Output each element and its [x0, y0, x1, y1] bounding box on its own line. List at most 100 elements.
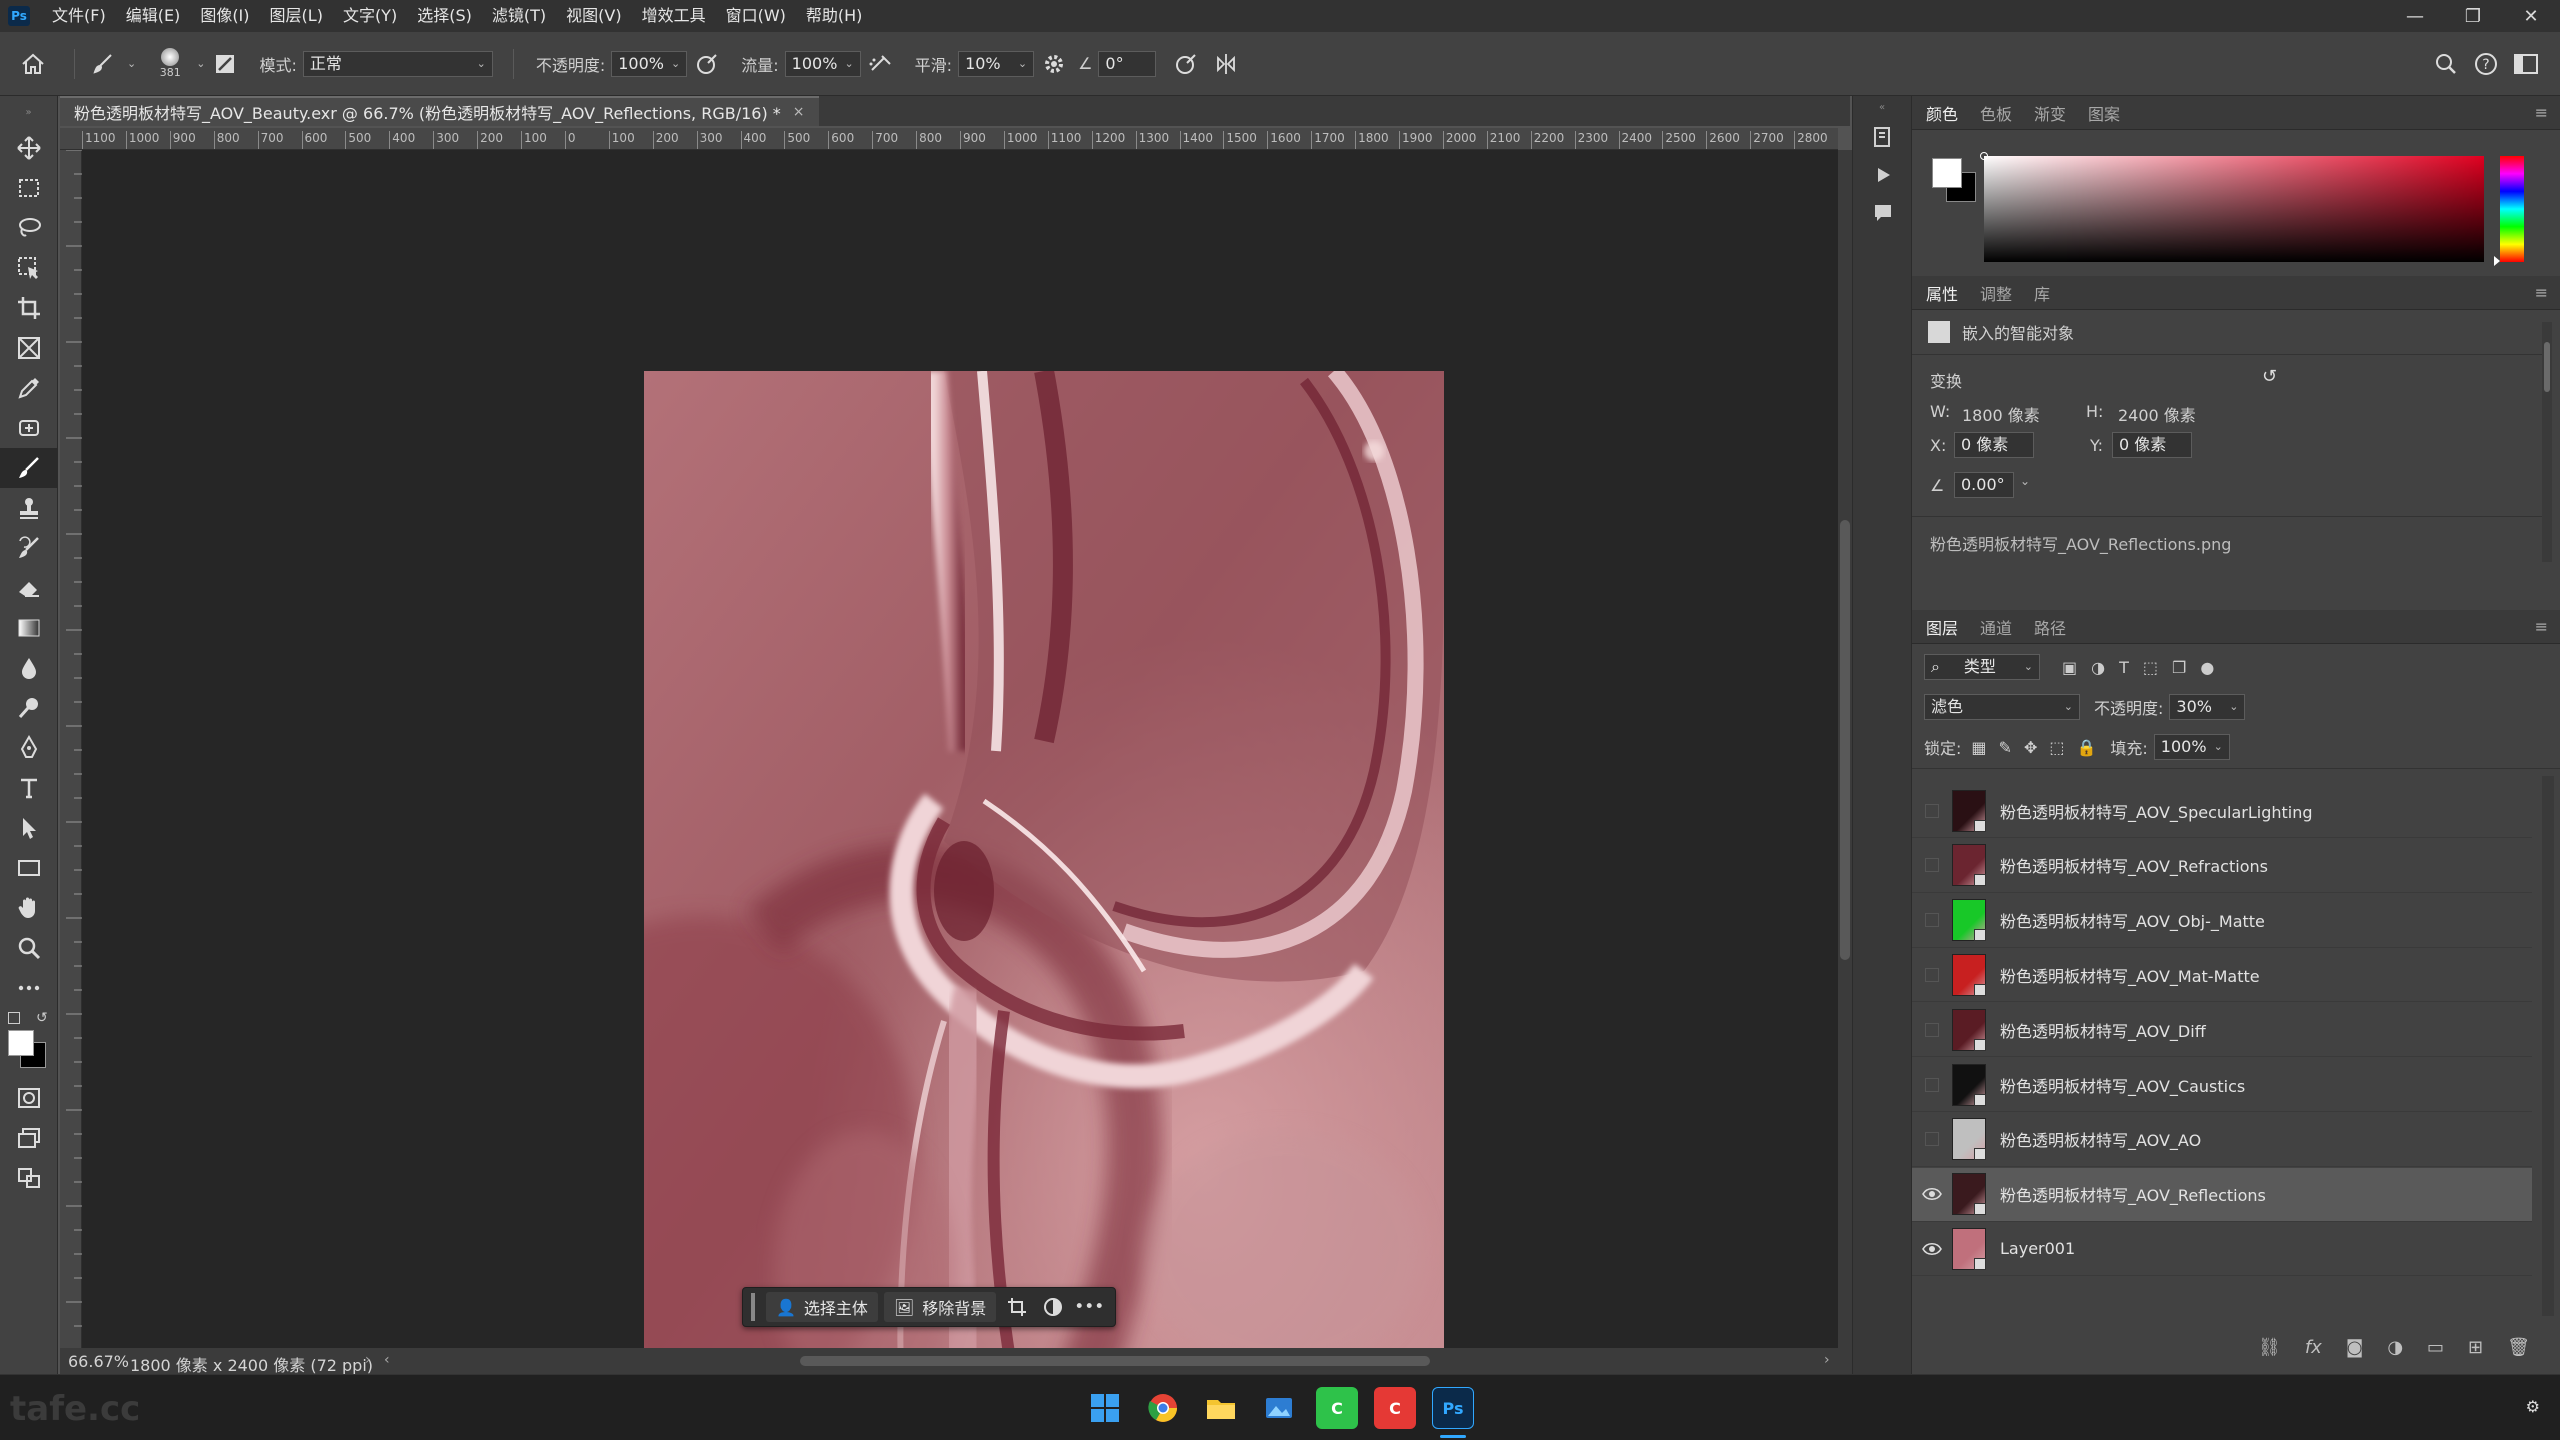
- visibility-eye-icon[interactable]: [1912, 948, 1952, 1002]
- move-tool-icon[interactable]: [0, 128, 58, 168]
- layer-name[interactable]: 粉色透明板材特写_AOV_Caustics: [2000, 1073, 2245, 1097]
- menu-help[interactable]: 帮助(H): [796, 0, 873, 32]
- brush-tool-icon[interactable]: [0, 448, 58, 488]
- tray-icon[interactable]: ⚙: [2526, 1397, 2540, 1416]
- windows-icon[interactable]: [1084, 1387, 1126, 1429]
- tab-patterns[interactable]: 图案: [2088, 101, 2120, 125]
- smoothing-input[interactable]: 10% ⌄: [958, 50, 1035, 77]
- vertical-scrollbar[interactable]: [1838, 150, 1852, 1348]
- layer-name[interactable]: Layer001: [2000, 1239, 2075, 1258]
- layer-opacity-input[interactable]: 30% ⌄: [2169, 694, 2246, 720]
- panel-menu-icon[interactable]: ≡: [2535, 283, 2548, 302]
- zoom-level[interactable]: 66.67%: [68, 1352, 129, 1371]
- filter-shape-icon[interactable]: ⬚: [2143, 658, 2158, 677]
- width-value[interactable]: 1800 像素: [1962, 402, 2040, 426]
- app-red-icon[interactable]: C: [1374, 1387, 1416, 1429]
- layer-thumbnail[interactable]: [1952, 789, 1986, 832]
- comments-icon[interactable]: [1853, 194, 1913, 232]
- chrome-icon[interactable]: [1142, 1387, 1184, 1429]
- visibility-eye-icon[interactable]: [1912, 1167, 1952, 1221]
- y-input[interactable]: 0 像素: [2112, 432, 2192, 458]
- trash-icon[interactable]: 🗑: [2507, 1337, 2530, 1358]
- layer-thumbnail[interactable]: [1952, 1118, 1986, 1161]
- horizontal-scroll-thumb[interactable]: [800, 1356, 1430, 1366]
- gradient-tool-icon[interactable]: [0, 608, 58, 648]
- strip-collapse-icon[interactable]: «: [1853, 96, 1911, 118]
- app-green-icon[interactable]: C: [1316, 1387, 1358, 1429]
- filter-type-icon[interactable]: T: [2119, 658, 2129, 677]
- layer-row[interactable]: 粉色透明板材特写_AOV_Mat-Matte: [1912, 948, 2532, 1003]
- brush-size-picker[interactable]: 381: [148, 40, 192, 88]
- screen-mode-icon[interactable]: [0, 1118, 58, 1158]
- layer-thumbnail[interactable]: [1952, 1173, 1986, 1216]
- filter-adjustment-icon[interactable]: ◑: [2091, 658, 2105, 677]
- visibility-eye-icon[interactable]: [1912, 893, 1952, 947]
- clone-stamp-tool-icon[interactable]: [0, 488, 58, 528]
- new-layer-icon[interactable]: ⊞: [2468, 1337, 2483, 1358]
- tab-channels[interactable]: 通道: [1980, 615, 2012, 639]
- swap-colors-icon[interactable]: ↺: [36, 1010, 48, 1026]
- tab-libraries[interactable]: 库: [2034, 281, 2050, 305]
- close-button[interactable]: ✕: [2502, 0, 2560, 32]
- layers-scrollbar[interactable]: [2542, 776, 2554, 1316]
- maximize-button[interactable]: ❐: [2444, 0, 2502, 32]
- visibility-eye-icon[interactable]: [1912, 1058, 1952, 1112]
- pen-tool-icon[interactable]: [0, 728, 58, 768]
- filter-smart-object-icon[interactable]: ❐: [2172, 658, 2186, 677]
- pressure-opacity-icon[interactable]: [687, 44, 727, 84]
- layer-row[interactable]: 粉色透明板材特写_AOV_AO: [1912, 1113, 2532, 1167]
- adjustment-icon[interactable]: ◑: [2387, 1337, 2403, 1358]
- menu-select[interactable]: 选择(S): [407, 0, 482, 32]
- layer-name[interactable]: 粉色透明板材特写_AOV_AO: [2000, 1127, 2201, 1151]
- layer-thumbnail[interactable]: [1952, 1063, 1986, 1106]
- quick-mask-icon[interactable]: [0, 1078, 58, 1118]
- artboard-icon[interactable]: [0, 1158, 58, 1198]
- scroll-right-icon[interactable]: ›: [1824, 1352, 1830, 1368]
- crop-prompt-icon[interactable]: [999, 1292, 1035, 1322]
- path-selection-tool-icon[interactable]: [0, 808, 58, 848]
- hue-slider[interactable]: [2494, 156, 2524, 266]
- brush-tool-icon[interactable]: [83, 44, 123, 84]
- panel-menu-icon[interactable]: ≡: [2535, 617, 2548, 636]
- flow-input[interactable]: 100% ⌄: [784, 50, 861, 77]
- layer-name[interactable]: 粉色透明板材特写_AOV_Mat-Matte: [2000, 963, 2260, 987]
- canvas-area[interactable]: [82, 150, 1838, 1437]
- angle-input[interactable]: 0.00°: [1954, 472, 2014, 498]
- layer-name[interactable]: 粉色透明板材特写_AOV_Obj-_Matte: [2000, 908, 2265, 932]
- document-canvas[interactable]: [644, 371, 1444, 1437]
- eyedropper-tool-icon[interactable]: [0, 368, 58, 408]
- brush-settings-icon[interactable]: [205, 44, 245, 84]
- history-panel-icon[interactable]: [1853, 118, 1913, 156]
- home-icon[interactable]: [0, 44, 66, 84]
- type-tool-icon[interactable]: [0, 768, 58, 808]
- layer-thumbnail[interactable]: [1952, 844, 1986, 887]
- menu-window[interactable]: 窗口(W): [716, 0, 796, 32]
- layer-thumbnail[interactable]: [1952, 953, 1986, 996]
- default-colors-icon[interactable]: [8, 1012, 20, 1024]
- zoom-tool-icon[interactable]: [0, 928, 58, 968]
- layer-row[interactable]: 粉色透明板材特写_AOV_Refractions: [1912, 839, 2532, 893]
- x-input[interactable]: 0 像素: [1954, 432, 2034, 458]
- visibility-eye-icon[interactable]: [1912, 1003, 1952, 1057]
- menu-view[interactable]: 视图(V): [556, 0, 631, 32]
- layer-row[interactable]: 粉色透明板材特写_AOV_SpecularLighting: [1912, 784, 2532, 838]
- angle-input[interactable]: 0°: [1098, 50, 1157, 77]
- tab-paths[interactable]: 路径: [2034, 615, 2066, 639]
- photoshop-icon[interactable]: Ps: [1432, 1387, 1474, 1429]
- visibility-eye-icon[interactable]: [1912, 1112, 1952, 1166]
- lock-all-icon[interactable]: 🔒: [2076, 738, 2096, 757]
- lasso-tool-icon[interactable]: [0, 208, 58, 248]
- remove-background-button[interactable]: 🖼 移除背景: [883, 1292, 997, 1322]
- tab-properties[interactable]: 属性: [1926, 281, 1958, 305]
- status-arrow-icon[interactable]: ›: [365, 1352, 371, 1368]
- blur-tool-icon[interactable]: [0, 648, 58, 688]
- menu-image[interactable]: 图像(I): [190, 0, 259, 32]
- menu-filter[interactable]: 滤镜(T): [482, 0, 556, 32]
- visibility-eye-icon[interactable]: [1912, 838, 1952, 892]
- select-subject-button[interactable]: 👤 选择主体: [766, 1292, 878, 1322]
- vertical-scroll-thumb[interactable]: [1840, 520, 1850, 960]
- layer-name[interactable]: 粉色透明板材特写_AOV_Diff: [2000, 1018, 2206, 1042]
- layer-row[interactable]: Layer001: [1912, 1222, 2532, 1277]
- gear-icon[interactable]: [1034, 44, 1074, 84]
- pressure-size-icon[interactable]: [1166, 44, 1206, 84]
